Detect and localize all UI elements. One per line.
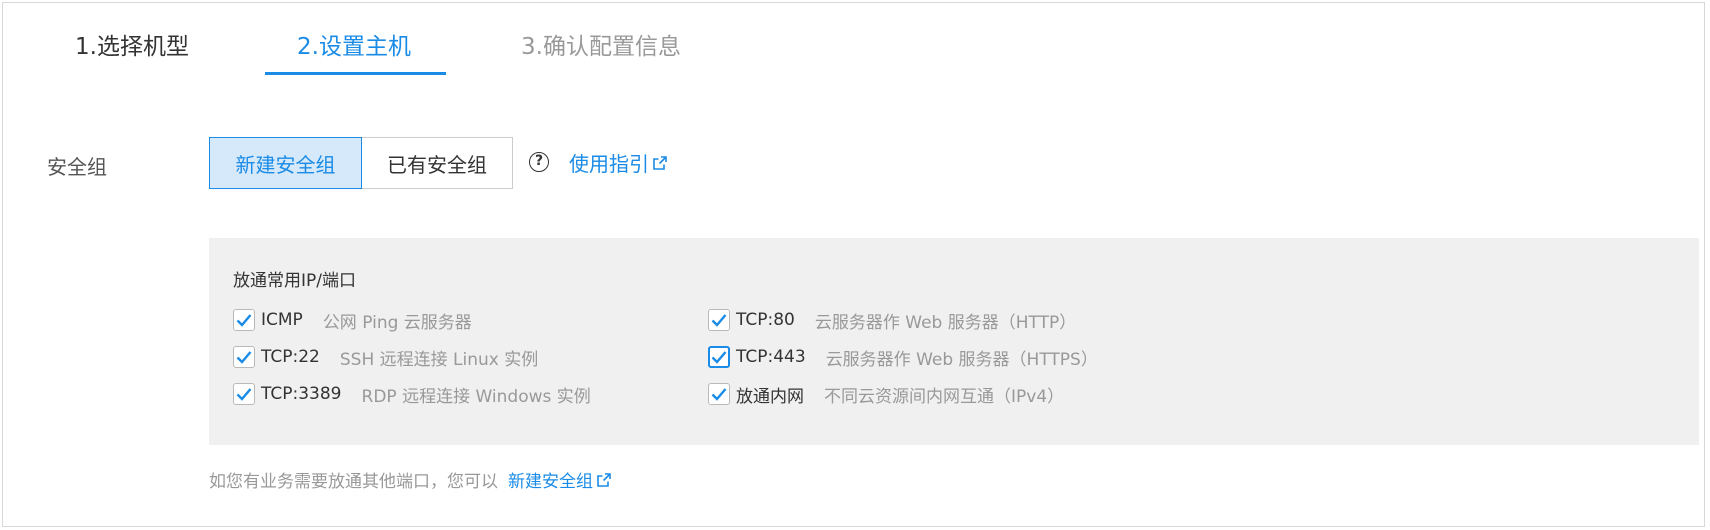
port-option-intranet[interactable]: 放通内网 不同云资源间内网互通（IPv4） [708, 381, 1064, 407]
footer-text: 如您有业务需要放通其他端口，您可以 [209, 472, 498, 492]
option-desc: 云服务器作 Web 服务器（HTTP） [814, 312, 1077, 333]
footer-note: 如您有业务需要放通其他端口，您可以 新建安全组 [209, 467, 611, 492]
checkbox[interactable] [233, 309, 255, 331]
footer-link-label: 新建安全组 [508, 472, 593, 492]
check-icon [711, 314, 727, 327]
option-desc: SSH 远程连接 Linux 实例 [339, 349, 539, 370]
check-icon [711, 388, 727, 401]
panel-title: 放通常用IP/端口 [233, 271, 356, 291]
checkbox[interactable] [708, 309, 730, 331]
new-security-group-button[interactable]: 新建安全组 [209, 137, 362, 189]
option-name: TCP:22 [261, 347, 320, 367]
port-option-icmp[interactable]: ICMP 公网 Ping 云服务器 [233, 307, 472, 333]
option-name: TCP:443 [736, 347, 806, 367]
tab-host-settings[interactable]: 2.设置主机 [297, 27, 411, 67]
checkbox[interactable] [708, 346, 730, 368]
tab-select-model[interactable]: 1.选择机型 [75, 27, 189, 67]
port-option-tcp443[interactable]: TCP:443 云服务器作 Web 服务器（HTTPS） [708, 344, 1098, 370]
security-group-label: 安全组 [47, 155, 107, 179]
option-name: 放通内网 [736, 386, 804, 407]
option-desc: 公网 Ping 云服务器 [322, 312, 472, 333]
tab-confirm-config[interactable]: 3.确认配置信息 [521, 27, 681, 67]
port-option-tcp3389[interactable]: TCP:3389 RDP 远程连接 Windows 实例 [233, 381, 591, 407]
external-link-icon [597, 472, 611, 487]
common-ports-panel: 放通常用IP/端口 ICMP 公网 Ping 云服务器 TCP:22 SSH 远… [209, 238, 1699, 445]
check-icon [711, 351, 727, 364]
check-icon [236, 314, 252, 327]
option-name: ICMP [261, 310, 303, 330]
step-tabs: 1.选择机型 2.设置主机 3.确认配置信息 [3, 3, 1704, 83]
external-link-icon [653, 155, 667, 170]
existing-security-group-button[interactable]: 已有安全组 [362, 137, 513, 189]
help-icon[interactable]: ? [529, 152, 549, 172]
checkbox[interactable] [708, 383, 730, 405]
option-desc: 不同云资源间内网互通（IPv4） [824, 386, 1065, 407]
config-wizard: 1.选择机型 2.设置主机 3.确认配置信息 安全组 新建安全组 已有安全组 ?… [2, 2, 1705, 527]
option-desc: 云服务器作 Web 服务器（HTTPS） [825, 349, 1098, 370]
check-icon [236, 388, 252, 401]
security-group-selector: 新建安全组 已有安全组 [209, 137, 513, 189]
usage-guide-link[interactable]: 使用指引 [569, 148, 667, 177]
checkbox[interactable] [233, 346, 255, 368]
checkbox[interactable] [233, 383, 255, 405]
option-name: TCP:80 [736, 310, 795, 330]
usage-guide-label: 使用指引 [569, 152, 649, 176]
port-option-tcp80[interactable]: TCP:80 云服务器作 Web 服务器（HTTP） [708, 307, 1076, 333]
option-desc: RDP 远程连接 Windows 实例 [361, 386, 591, 407]
active-tab-indicator [265, 72, 446, 75]
port-option-tcp22[interactable]: TCP:22 SSH 远程连接 Linux 实例 [233, 344, 538, 370]
check-icon [236, 351, 252, 364]
option-name: TCP:3389 [261, 384, 342, 404]
create-security-group-link[interactable]: 新建安全组 [508, 467, 611, 492]
